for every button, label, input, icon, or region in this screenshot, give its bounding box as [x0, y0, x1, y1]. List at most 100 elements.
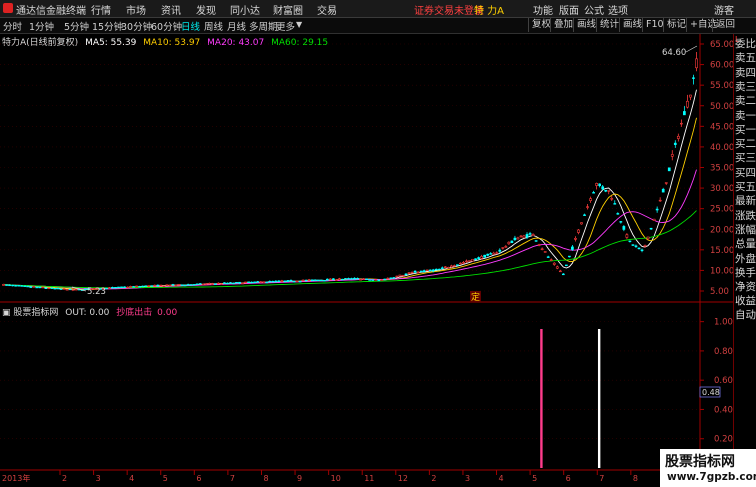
indicator-tick-label: 0.60	[714, 376, 733, 386]
menu-item-quotes[interactable]: 行情	[91, 2, 111, 17]
candle-body	[692, 77, 695, 79]
menu-item-function[interactable]: 功能	[533, 2, 553, 17]
period-tab-multi[interactable]: 多周期	[249, 19, 278, 33]
quote-field-label: 外盘	[735, 252, 756, 265]
candle-body	[235, 282, 238, 284]
candle-body	[365, 278, 369, 280]
menu-item-wealth[interactable]: 财富圈	[273, 2, 303, 17]
candle-body	[516, 237, 520, 240]
indicator-tick-label: 1.00	[714, 318, 733, 328]
menu-item-options[interactable]: 选项	[608, 2, 628, 17]
quote-side-panel: L 委比 卖五 卖四 卖三 卖二 卖一 买一 买二 买三 买四 买五 最新 涨跌 涨幅 总量 外盘 换手 净资 收益…	[733, 34, 756, 487]
high-price-label: 64.60	[662, 48, 686, 58]
candle-body	[489, 253, 493, 255]
candle-body	[331, 278, 335, 281]
quote-field-label: 买一	[735, 123, 756, 136]
candle-body	[619, 221, 623, 223]
period-tab-15min[interactable]: 15分钟	[92, 19, 123, 33]
price-grid	[0, 43, 700, 292]
candle-body	[537, 244, 541, 246]
price-tick-label: 50.00	[710, 102, 733, 112]
candle-body	[223, 282, 226, 284]
price-tick-label: 15.00	[710, 246, 733, 256]
candle-body	[392, 277, 396, 279]
candle-body	[437, 268, 441, 271]
auto-scale-button[interactable]: 自动	[735, 307, 756, 322]
period-tab-intraday[interactable]: 分时	[3, 19, 22, 33]
menu-item-market[interactable]: 市场	[126, 2, 146, 17]
candle-body	[59, 288, 63, 290]
menu-item-formula[interactable]: 公式	[584, 2, 604, 17]
back-button[interactable]: 返回	[712, 18, 738, 32]
candle-body	[431, 269, 435, 272]
candle-body	[41, 286, 45, 289]
candle-body	[453, 265, 456, 267]
high-price-pointer	[685, 45, 698, 53]
candle-body	[589, 198, 592, 201]
x-axis-month-label: 8	[633, 474, 638, 483]
candle-body	[686, 100, 689, 108]
period-tab-30min[interactable]: 30分钟	[121, 19, 152, 33]
indicator-tick-label: 0.20	[714, 435, 733, 445]
menu-item-layout[interactable]: 版面	[559, 2, 579, 17]
candle-body	[238, 281, 241, 284]
kline-chart[interactable]: 65.0060.0055.0050.0045.0040.0035.0030.00…	[0, 34, 733, 487]
candle-body	[501, 247, 505, 249]
candle-body	[683, 111, 686, 116]
candle-body	[274, 280, 278, 283]
candle-body	[667, 167, 671, 172]
candle-body	[213, 283, 217, 285]
period-tab-daily[interactable]: 日线	[181, 19, 200, 33]
candle-body	[159, 284, 163, 287]
quote-field-label: 卖一	[735, 109, 756, 122]
candle-body	[232, 282, 235, 285]
watermark-url: www.7gpzb.com	[667, 471, 756, 483]
candle-body	[313, 279, 317, 281]
candle-body	[646, 236, 650, 240]
event-marker-label[interactable]: 定	[471, 291, 480, 303]
price-tick-label: 20.00	[710, 225, 733, 235]
candle-body	[434, 268, 438, 271]
menu-item-assistant[interactable]: 同小达	[230, 2, 260, 17]
candle-body	[307, 279, 311, 281]
candle-body	[658, 199, 662, 202]
period-tab-60min[interactable]: 60分钟	[151, 19, 182, 33]
period-tab-more[interactable]: 更多	[276, 19, 295, 33]
period-tab-monthly[interactable]: 月线	[227, 19, 246, 33]
guest-label[interactable]: 游客	[714, 2, 734, 17]
candle-body	[368, 279, 372, 281]
menu-item-trade[interactable]: 交易	[317, 2, 337, 17]
ma-line	[3, 210, 697, 289]
candle-body	[649, 227, 653, 230]
candle-body	[356, 277, 359, 280]
candle-body	[652, 218, 656, 221]
candle-body	[631, 244, 635, 246]
menu-item-discover[interactable]: 发现	[196, 2, 216, 17]
ma-lines	[3, 89, 697, 291]
dropdown-arrow-icon[interactable]: ▼	[296, 20, 302, 29]
menu-item-news[interactable]: 资讯	[161, 2, 181, 17]
candle-body	[565, 264, 568, 267]
candle-body	[577, 229, 580, 233]
app-title: 通达信金融终端	[16, 6, 86, 17]
candle-body	[425, 269, 429, 272]
candle-body	[350, 278, 353, 280]
candle-body	[592, 192, 595, 194]
candle-body	[120, 286, 123, 288]
candle-body	[468, 260, 471, 262]
quote-field-label: 买四	[735, 166, 756, 179]
price-tick-label: 5.00	[710, 287, 729, 297]
period-tab-weekly[interactable]: 周线	[204, 19, 223, 33]
period-tab-5min[interactable]: 5分钟	[64, 19, 89, 33]
candle-body	[217, 282, 220, 285]
candle-body	[298, 280, 302, 283]
candle-body	[210, 283, 214, 285]
candle-body	[44, 287, 48, 289]
candle-body	[325, 278, 329, 281]
candle-body	[2, 284, 5, 286]
quote-field-label: 卖四	[735, 66, 756, 79]
period-tab-1min[interactable]: 1分钟	[29, 19, 54, 33]
quote-field-label: 卖五	[735, 52, 756, 65]
candle-body	[5, 284, 8, 286]
price-axis: 65.00 60.00 55.00 50.00 45.00 40.00 35.00 30.00…	[700, 40, 733, 297]
